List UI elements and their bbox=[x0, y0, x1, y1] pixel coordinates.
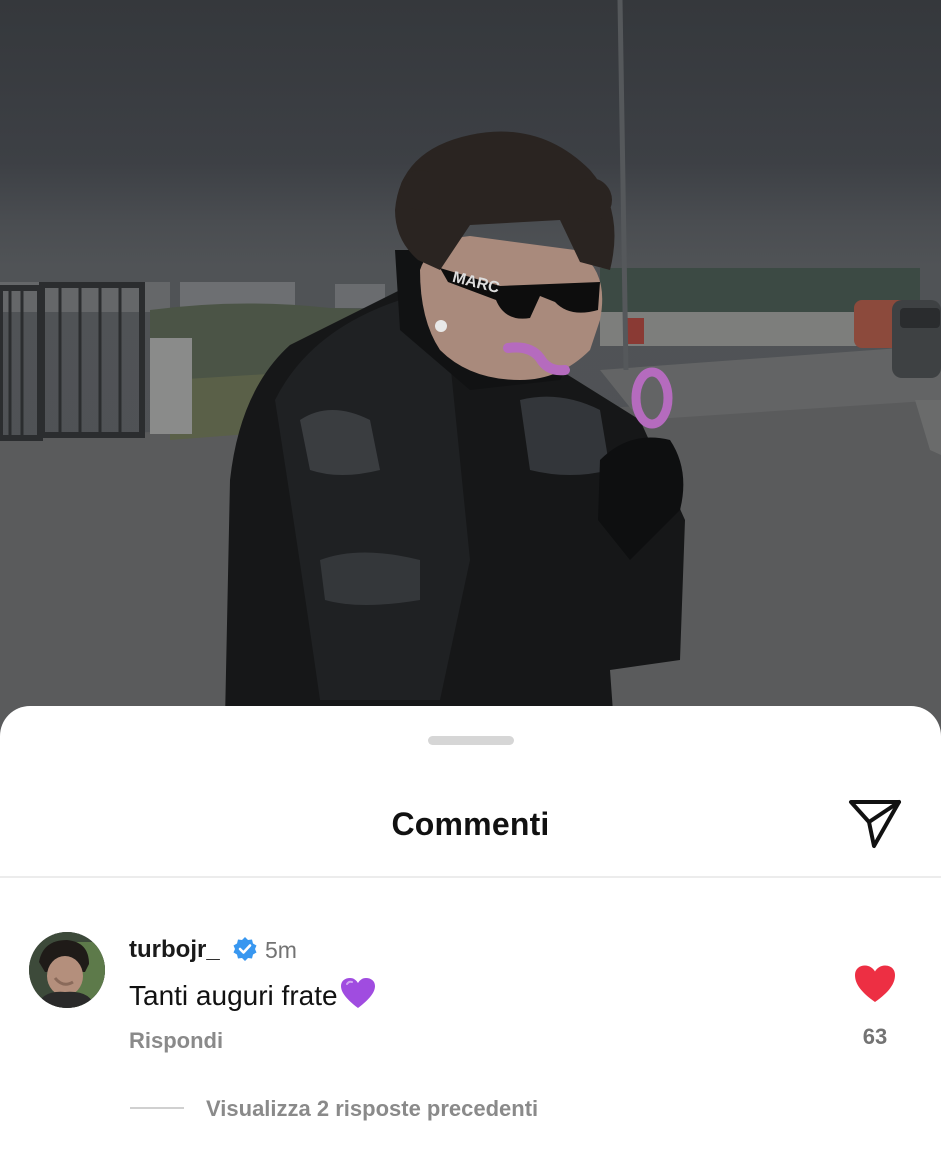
comment-username[interactable]: turbojr_ bbox=[129, 936, 220, 964]
heart-icon bbox=[855, 965, 895, 1002]
comments-sheet: Commenti turbojr_ 5m Tanti auguri frate … bbox=[0, 706, 941, 1174]
like-button[interactable] bbox=[853, 964, 897, 1004]
comment-text-content: Tanti auguri frate bbox=[129, 980, 338, 1011]
sheet-title: Commenti bbox=[391, 806, 550, 842]
avatar[interactable] bbox=[29, 932, 105, 1008]
sheet-divider bbox=[0, 876, 941, 878]
purple-heart-emoji-icon bbox=[340, 978, 375, 1008]
like-count: 63 bbox=[862, 1024, 888, 1049]
replies-divider-line bbox=[130, 1107, 184, 1109]
share-button[interactable] bbox=[846, 796, 904, 852]
sheet-grabber-handle[interactable] bbox=[428, 736, 514, 745]
post-photo: MARC bbox=[0, 0, 941, 740]
verified-badge-icon bbox=[233, 937, 257, 961]
paper-plane-icon bbox=[849, 800, 901, 848]
reply-button[interactable]: Rispondi bbox=[129, 1028, 223, 1054]
comment-text: Tanti auguri frate bbox=[129, 977, 376, 1012]
comment-time: 5m bbox=[265, 937, 297, 963]
view-replies-button[interactable]: Visualizza 2 risposte precedenti bbox=[206, 1096, 538, 1122]
